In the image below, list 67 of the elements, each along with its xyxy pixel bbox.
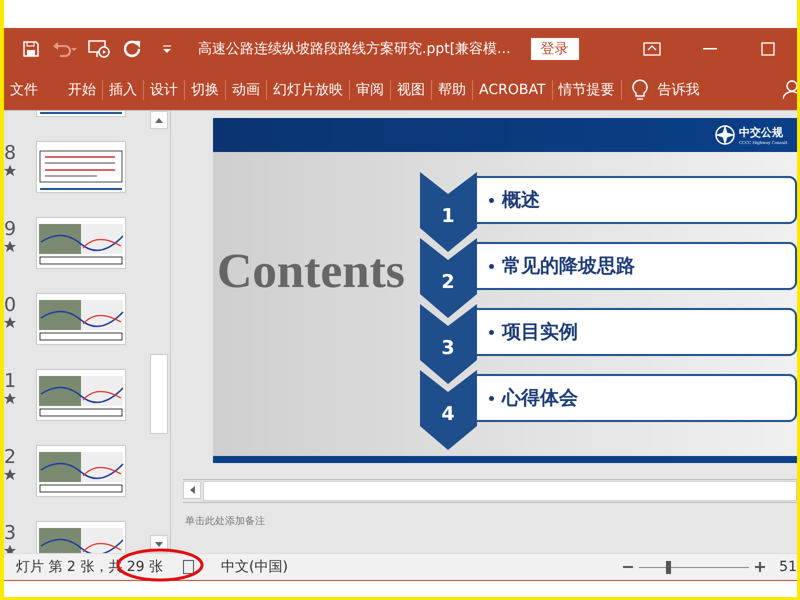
minimize-icon <box>703 48 717 50</box>
slide-thumbnail[interactable] <box>36 293 126 345</box>
bullet-icon <box>489 330 494 334</box>
zoom-level[interactable]: 51 <box>779 559 797 575</box>
maximize-icon <box>761 42 775 56</box>
present-icon[interactable] <box>88 40 110 58</box>
number-chevron: 4 <box>420 370 477 450</box>
slide-thumbnail[interactable] <box>36 217 126 269</box>
ribbon-tab[interactable]: 切换 <box>185 80 226 100</box>
redo-icon[interactable] <box>124 40 142 58</box>
bullet-icon <box>489 198 494 202</box>
ribbon-tab[interactable]: ACROBAT <box>473 80 552 100</box>
ribbon-tab[interactable]: 动画 <box>226 80 267 100</box>
slide-number: 9 <box>4 217 18 241</box>
agenda-text: 常见的降坡思路 <box>502 254 635 279</box>
scroll-up-button[interactable] <box>150 111 168 129</box>
save-icon[interactable] <box>23 41 39 57</box>
window-title: 高速公路连续纵坡路段路线方案研究.ppt[兼容模... <box>198 40 511 58</box>
login-button[interactable]: 登录 <box>530 38 579 60</box>
down-arrow-icon <box>155 542 164 546</box>
number-chevron: 2 <box>420 238 477 318</box>
ribbon-tab[interactable]: 审阅 <box>350 80 391 100</box>
ribbon-tab[interactable]: 帮助 <box>432 80 473 100</box>
ribbon-tab[interactable]: 幻灯片放映 <box>267 80 350 100</box>
number-chevron: 1 <box>420 172 477 252</box>
star-icon <box>4 317 16 329</box>
ribbon-tab[interactable]: 插入 <box>103 80 144 100</box>
tell-me-link[interactable]: 告诉我 <box>658 81 700 99</box>
lightbulb-icon <box>632 79 648 101</box>
ribbon-tab[interactable]: 开始 <box>62 80 103 100</box>
left-arrow-icon <box>190 486 194 494</box>
bullet-icon <box>489 396 494 400</box>
language-indicator[interactable]: 中文(中国) <box>220 558 288 576</box>
star-icon <box>4 165 16 177</box>
ribbon-tab[interactable]: 文件 <box>4 80 44 100</box>
number-chevron: 3 <box>420 304 477 384</box>
slide-number: 3 <box>4 521 18 545</box>
slide-number: 1 <box>4 369 18 393</box>
star-icon <box>4 469 16 481</box>
ribbon-tab[interactable]: 视图 <box>391 80 432 100</box>
ribbon-tab[interactable]: 设计 <box>144 80 185 100</box>
agenda-text: 概述 <box>502 188 540 213</box>
slide-number: 8 <box>4 141 18 165</box>
ribbon-display-icon <box>643 42 661 56</box>
star-icon <box>4 241 16 253</box>
agenda-text: 心得体会 <box>502 386 578 411</box>
up-arrow-icon <box>155 118 164 122</box>
person-icon[interactable] <box>783 80 797 100</box>
agenda-text: 项目实例 <box>502 320 578 345</box>
scrollbar-thumb[interactable] <box>150 354 168 434</box>
slide-number: 2 <box>4 445 18 469</box>
zoom-slider-thumb[interactable] <box>666 560 672 574</box>
ribbon-tab[interactable]: 情节提要 <box>552 80 622 100</box>
notes-icon[interactable] <box>182 560 195 574</box>
slide-number: 0 <box>4 293 18 317</box>
star-icon <box>4 393 16 405</box>
logo-text: 中交公规 <box>739 125 784 140</box>
zoom-in-icon[interactable] <box>755 562 766 572</box>
scrollbar-track[interactable] <box>203 481 797 501</box>
slide-thumbnail[interactable] <box>36 369 126 421</box>
bullet-icon <box>489 264 494 268</box>
slide-thumbnail[interactable] <box>36 141 126 193</box>
scroll-left-button[interactable] <box>183 481 201 499</box>
slide-thumbnail[interactable] <box>36 445 126 497</box>
slide-heading: Contents <box>216 242 406 299</box>
logo-icon <box>714 124 736 146</box>
caret-icon[interactable] <box>163 45 171 53</box>
